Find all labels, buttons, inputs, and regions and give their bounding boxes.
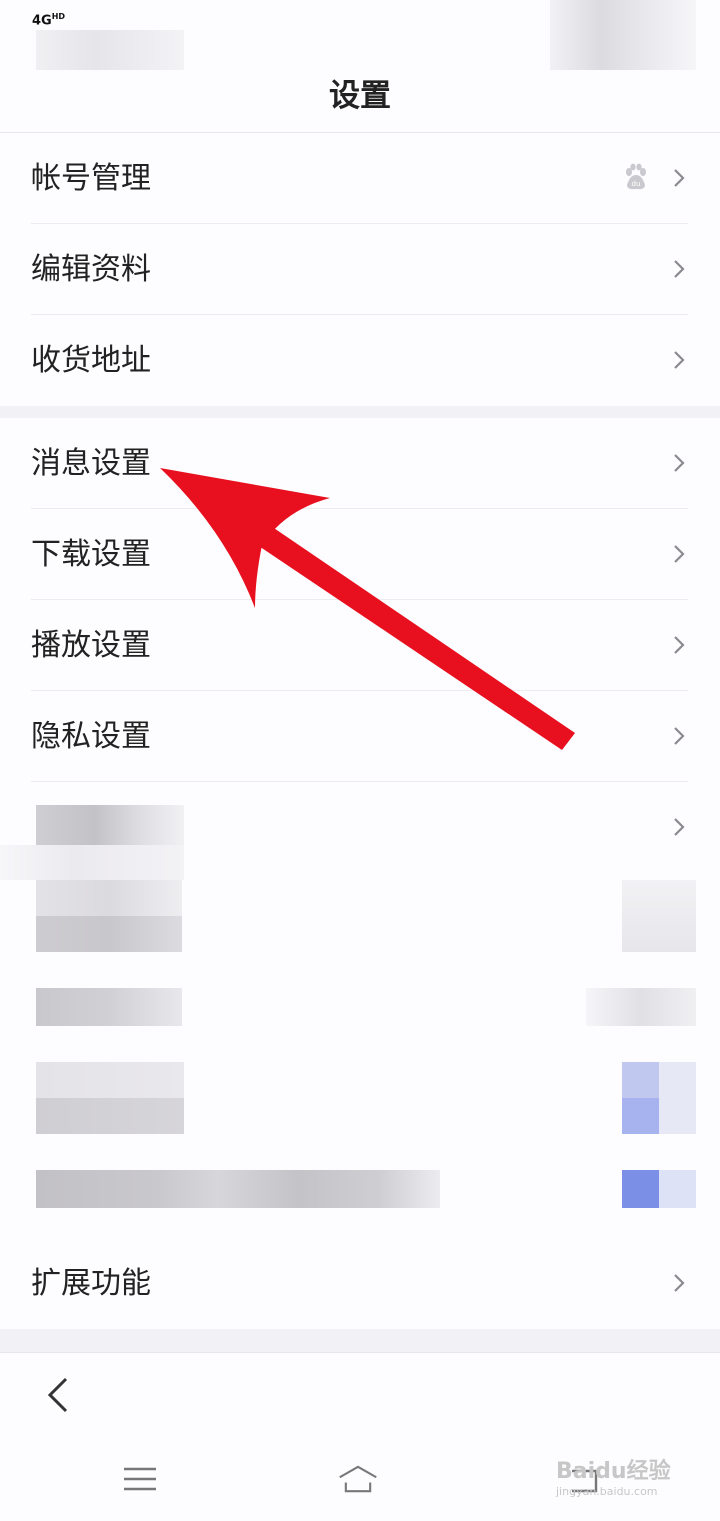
settings-group-extensions: 扩展功能 <box>0 1238 720 1329</box>
settings-item-label: 编辑资料 <box>31 252 151 287</box>
settings-item-extensions[interactable]: 扩展功能 <box>0 1238 720 1329</box>
pixel-block <box>586 988 696 1026</box>
settings-group-account: 帐号管理 du 编辑资料 收货地址 <box>0 133 720 406</box>
baidu-paw-icon: du <box>626 163 646 190</box>
pixel-block <box>36 1170 440 1208</box>
settings-item-label: 收货地址 <box>31 343 151 378</box>
bottom-navigation: Baidu经验 jingyan.baidu.com <box>0 1352 720 1521</box>
hamburger-icon[interactable] <box>120 1461 160 1497</box>
pixel-block <box>622 880 696 952</box>
pixel-block <box>36 916 182 952</box>
pixelated-status-left <box>36 30 184 70</box>
settings-item-label: 播放设置 <box>31 628 151 663</box>
chevron-right-icon <box>674 636 685 654</box>
chevron-right-icon <box>674 454 685 472</box>
home-icon[interactable] <box>338 1461 378 1497</box>
watermark-url: jingyan.baidu.com <box>556 1485 658 1498</box>
network-indicator: 4GHD <box>32 12 66 29</box>
status-bar: 4GHD <box>0 0 720 72</box>
section-gap <box>0 406 720 418</box>
pixel-block <box>36 988 182 1026</box>
settings-item-edit-profile[interactable]: 编辑资料 <box>0 224 720 315</box>
pixelated-region <box>0 800 720 1250</box>
chevron-right-icon <box>674 727 685 745</box>
pixel-block <box>36 1098 184 1134</box>
pixel-block <box>36 805 184 845</box>
settings-item-privacy-settings[interactable]: 隐私设置 <box>0 691 720 782</box>
pixel-block <box>659 1062 696 1134</box>
settings-item-account-management[interactable]: 帐号管理 du <box>0 133 720 224</box>
pixel-block <box>622 1170 659 1208</box>
pixel-block <box>36 880 182 916</box>
watermark: Baidu经验 <box>556 1459 671 1484</box>
pixel-block <box>0 845 184 880</box>
settings-item-label: 帐号管理 <box>31 161 151 196</box>
pixel-block <box>622 1098 659 1134</box>
settings-item-shipping-address[interactable]: 收货地址 <box>0 315 720 406</box>
pixel-block <box>622 1062 659 1098</box>
pixel-block <box>659 1170 696 1208</box>
pixel-block <box>36 1062 184 1098</box>
chevron-right-icon <box>674 351 685 369</box>
settings-item-label: 下载设置 <box>31 537 151 572</box>
chevron-right-icon <box>674 1274 685 1292</box>
pixelated-status-right <box>550 0 696 70</box>
settings-item-download-settings[interactable]: 下载设置 <box>0 509 720 600</box>
chevron-right-icon <box>674 169 685 187</box>
section-gap <box>0 1329 720 1352</box>
title-bar: 设置 <box>0 72 720 133</box>
settings-item-playback-settings[interactable]: 播放设置 <box>0 600 720 691</box>
settings-item-label: 扩展功能 <box>31 1266 151 1301</box>
chevron-right-icon <box>674 545 685 563</box>
settings-item-message-settings[interactable]: 消息设置 <box>0 418 720 509</box>
chevron-left-icon[interactable] <box>40 1375 80 1415</box>
settings-item-label: 隐私设置 <box>31 719 151 754</box>
chevron-right-icon <box>674 260 685 278</box>
svg-text:du: du <box>632 180 641 188</box>
page-title: 设置 <box>329 78 391 114</box>
settings-item-label: 消息设置 <box>31 446 151 481</box>
